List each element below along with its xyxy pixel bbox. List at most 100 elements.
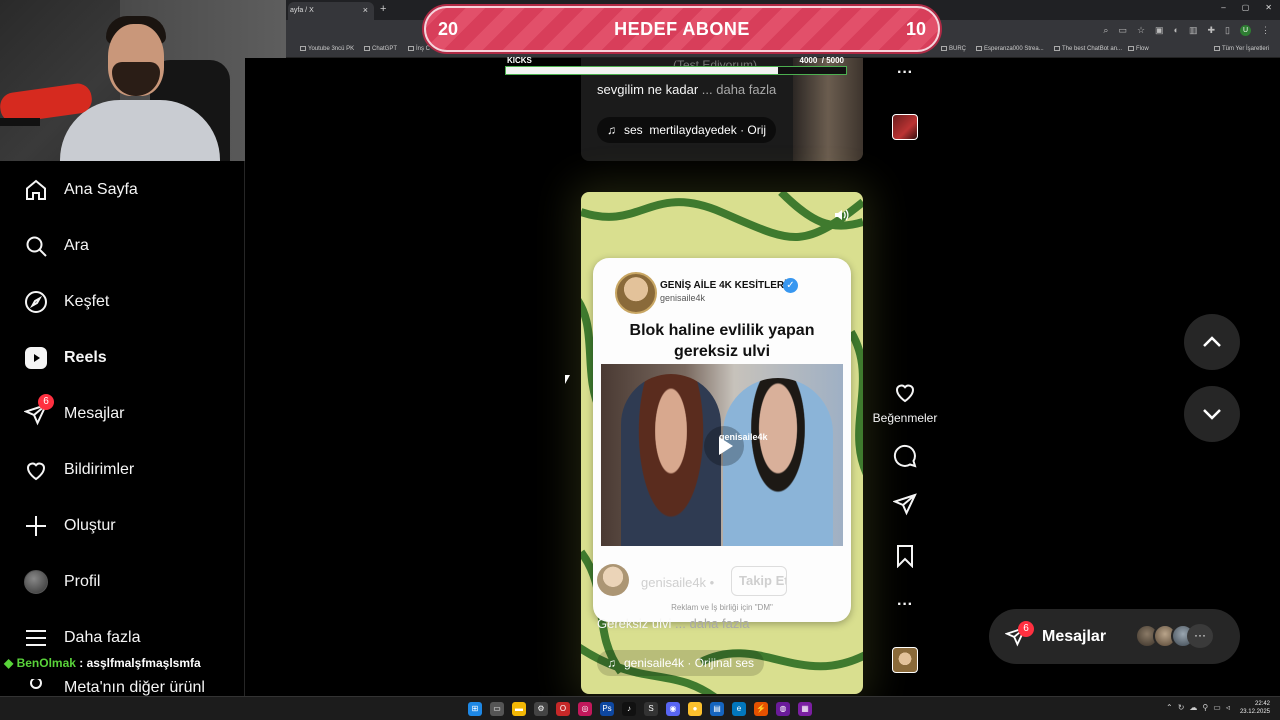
audio-thumbnail[interactable] — [892, 647, 918, 673]
follow-button[interactable]: Takip Et — [731, 566, 787, 596]
photoshop-icon[interactable]: Ps — [600, 702, 614, 716]
audio-pill[interactable]: ♫ ses mertilaydayedek · Orij — [597, 117, 777, 143]
more-options-button[interactable]: ··· — [872, 596, 938, 614]
more-link[interactable]: ... daha fazla — [702, 82, 776, 97]
compass-icon — [25, 291, 47, 313]
instagram-icon[interactable]: ◎ — [578, 702, 592, 716]
kicks-count: 4000 / 5000 — [799, 56, 845, 65]
chevron-up-icon[interactable]: ⌃ — [1166, 703, 1173, 712]
sync-icon[interactable]: ↻ — [1178, 703, 1185, 712]
app-icon[interactable]: ▦ — [798, 702, 812, 716]
app-icon[interactable]: S — [644, 702, 658, 716]
bookmark-item[interactable]: BURÇ — [941, 46, 966, 52]
bookmark-item[interactable]: İnş C — [408, 46, 430, 52]
cast-icon[interactable]: ▭ — [1118, 25, 1127, 36]
puzzle-icon[interactable]: ✚ — [1208, 25, 1216, 36]
opera-icon[interactable]: O — [556, 702, 570, 716]
menu-icon[interactable]: ⋮ — [1261, 25, 1270, 36]
chrome-icon[interactable]: ● — [688, 702, 702, 716]
instagram-sidebar: Ana Sayfa Ara Keşfet Reels 6 Mesajlar Bi… — [0, 161, 245, 696]
bookmark-item[interactable]: ChatGPT — [364, 46, 397, 52]
tiktok-icon[interactable]: ♪ — [622, 702, 636, 716]
close-window-button[interactable]: ✕ — [1265, 3, 1272, 12]
audio-pill[interactable]: ♫ genisaile4k · Orijinal ses — [597, 650, 765, 676]
sidebar-item-label: Reels — [64, 349, 107, 366]
tab-close-icon[interactable]: × — [363, 5, 368, 15]
sidebar-item-label: Oluştur — [64, 517, 116, 534]
cloud-icon[interactable]: ☁ — [1189, 703, 1197, 712]
bookmark-item[interactable]: Flow — [1128, 46, 1149, 52]
sidebar-item-label: Daha fazla — [64, 629, 141, 646]
bookmark-icon — [897, 545, 913, 569]
sidebar-item-more[interactable]: Daha fazla — [24, 624, 141, 652]
sidebar-item-profile[interactable]: Profil — [24, 568, 100, 596]
next-reel-button[interactable] — [1184, 386, 1240, 442]
sidebar-icon[interactable]: ▯ — [1225, 25, 1230, 36]
sidebar-item-label: Keşfet — [64, 293, 110, 310]
like-button[interactable]: Beğenmeler — [872, 380, 938, 425]
browser-tab[interactable]: ayfa / X × — [288, 2, 374, 20]
chat-text: asşlfmalşfmaşlsmfa — [86, 656, 201, 670]
sidebar-item-label: Bildirimler — [64, 461, 135, 478]
search-icon — [26, 236, 47, 257]
sidebar-item-create[interactable]: Oluştur — [24, 512, 116, 540]
edge-icon[interactable]: e — [732, 702, 746, 716]
bookmark-icon[interactable]: ▥ — [1189, 25, 1198, 36]
messages-floating-button[interactable]: 6 Mesajlar ··· — [989, 609, 1240, 664]
verified-badge-icon: ✓ — [783, 278, 798, 293]
profile-avatar-icon[interactable]: U — [1240, 25, 1251, 36]
windows-taskbar: ⊞ ▭ ▬ ⚙ O ◎ Ps ♪ S ◉ ● ▤ e ⚡ ◍ ▦ ⌃ ↻ ☁ ⚲… — [0, 696, 1280, 720]
sidebar-item-notifications[interactable]: Bildirimler — [24, 456, 134, 484]
search-icon[interactable]: ⌕ — [1103, 25, 1108, 36]
star-icon[interactable]: ☆ — [1137, 25, 1145, 36]
settings-icon[interactable]: ⚙ — [534, 702, 548, 716]
discord-icon[interactable]: ◉ — [666, 702, 680, 716]
more-icon: ··· — [897, 596, 913, 613]
current-reel[interactable]: GENİŞ AİLE 4K KESİTLERİ ✓ genisaile4k Bl… — [581, 192, 863, 694]
sidebar-item-explore[interactable]: Keşfet — [24, 288, 109, 316]
bookmark-item[interactable]: Youtube 3ncü PK — [300, 46, 354, 52]
video-person-left — [621, 374, 721, 546]
options-button[interactable]: ··· — [872, 64, 938, 82]
meta-icon — [30, 679, 42, 689]
chevron-up-icon — [1203, 336, 1221, 347]
extensions-icon[interactable]: ▣ — [1155, 25, 1164, 36]
chat-separator: : — [75, 656, 87, 670]
sidebar-item-search[interactable]: Ara — [24, 232, 89, 260]
more-link[interactable]: ... daha fazla — [675, 616, 749, 631]
music-note-icon: ♫ — [607, 656, 616, 670]
bookmark-item[interactable]: Esperanza000 Strea... — [976, 46, 1044, 52]
save-button[interactable] — [872, 544, 938, 573]
sidebar-item-reels[interactable]: Reels — [24, 344, 107, 372]
network-icon[interactable]: ⚲ — [1202, 703, 1208, 712]
share-button[interactable] — [872, 492, 938, 521]
sidebar-item-messages[interactable]: 6 Mesajlar — [24, 394, 124, 428]
system-clock[interactable]: 22:42 23.12.2025 — [1240, 700, 1270, 716]
maximize-button[interactable]: ▢ — [1242, 3, 1250, 12]
new-tab-button[interactable]: + — [380, 3, 386, 15]
obs-icon[interactable]: ◍ — [776, 702, 790, 716]
comment-button[interactable] — [872, 444, 938, 473]
file-explorer-icon[interactable]: ▬ — [512, 702, 526, 716]
footer-note: Reklam ve İş birliği için "DM" — [671, 603, 773, 612]
sidebar-item-meta[interactable]: Meta'nın diğer ürünl — [24, 679, 205, 697]
video-watermark: genisaile4k — [719, 432, 768, 442]
previous-reel-button[interactable] — [1184, 314, 1240, 370]
previous-audio-thumbnail[interactable] — [892, 114, 918, 140]
volume-icon[interactable] — [833, 207, 849, 223]
sidebar-item-home[interactable]: Ana Sayfa — [24, 176, 138, 204]
volume-icon[interactable]: ◃ — [1226, 703, 1230, 712]
footer-avatar — [597, 564, 629, 596]
heart-icon — [895, 384, 915, 403]
translate-icon[interactable]: ◐ — [1174, 25, 1179, 36]
bookmark-item[interactable]: Tüm Yer İşaretleri — [1214, 46, 1269, 52]
bookmark-item[interactable]: The best ChatBot an... — [1054, 46, 1122, 52]
display-icon[interactable]: ▭ — [1213, 703, 1221, 712]
start-icon[interactable]: ⊞ — [468, 702, 482, 716]
task-view-icon[interactable]: ▭ — [490, 702, 504, 716]
kicks-progress-fill — [506, 67, 778, 74]
app-icon[interactable]: ⚡ — [754, 702, 768, 716]
account-name: GENİŞ AİLE 4K KESİTLERİ — [660, 280, 787, 291]
minimize-button[interactable]: – — [1221, 3, 1225, 12]
notepad-icon[interactable]: ▤ — [710, 702, 724, 716]
